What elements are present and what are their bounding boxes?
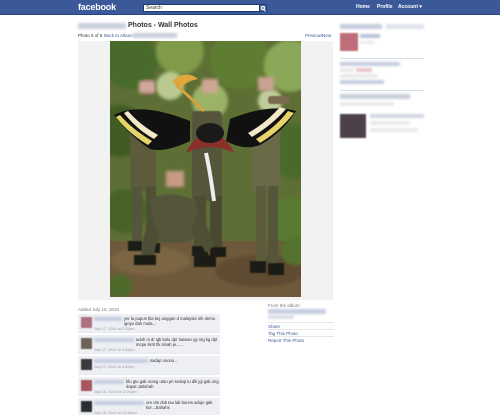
- comment-time[interactable]: July 18, 2010 at 12:24am: [94, 390, 137, 394]
- sidebar-text-blur-2: [360, 41, 374, 44]
- comment-text: ore utn dok tau lak burew aduje gak kor.…: [146, 400, 213, 410]
- comment-item: ore utn dok tau lak burew aduje gak kor.…: [78, 398, 220, 415]
- comment-text: yer la pupus bla bnj anggan d malaysia n…: [124, 316, 216, 326]
- sidebar-ad-text-2: [370, 121, 410, 125]
- sidebar-ad-text-3: [370, 128, 418, 132]
- photo-count: Photo 6 of 6: [78, 33, 103, 38]
- commenter-name-blurred[interactable]: [94, 401, 144, 405]
- main-photo[interactable]: [110, 41, 301, 297]
- sidebar-ad-text: [370, 114, 424, 118]
- report-photo-link[interactable]: Report This Photo: [268, 336, 334, 343]
- commenter-name-blurred[interactable]: [94, 338, 134, 342]
- album-owner-blurred[interactable]: [268, 315, 294, 319]
- sidebar-divider: [340, 58, 424, 59]
- sidebar-ad-line: [340, 102, 394, 106]
- sidebar-divider-2: [340, 90, 424, 91]
- sidebar-line: [340, 62, 400, 66]
- sidebar-line-4: [340, 74, 378, 78]
- comment-text: aduh ni dr tgk kalu dpr haiwan yg org kg…: [136, 337, 218, 347]
- album-link-blurred[interactable]: [268, 309, 326, 314]
- photo-illustration: [110, 41, 301, 297]
- added-date: Added July 16, 2010: [78, 307, 120, 312]
- comment-text: sadap ooooo...: [150, 358, 178, 363]
- comment-avatar[interactable]: [81, 380, 92, 391]
- sidebar-line-2: [340, 68, 354, 72]
- search-icon-handle: [263, 9, 266, 12]
- previous-link[interactable]: Previous: [305, 33, 323, 38]
- search-button[interactable]: [259, 4, 267, 12]
- comment-text: blu gtu gak orang utan pn sedap tu dlk j…: [126, 379, 219, 389]
- nav-home[interactable]: Home: [356, 4, 370, 10]
- search-input[interactable]: Search: [143, 4, 267, 12]
- comment-time[interactable]: July 18, 2010 at 12:46pm: [94, 411, 137, 415]
- commenter-name-blurred[interactable]: [94, 317, 122, 321]
- page-title: Photos - Wall Photos: [128, 22, 198, 29]
- comment-item: yer la pupus bla bnj anggan d malaysia n…: [78, 314, 220, 333]
- share-link[interactable]: Share: [268, 322, 334, 329]
- sidebar-ad-title-blur: [340, 94, 410, 99]
- comment-time[interactable]: July 17, 2010 at 2:20pm: [94, 327, 135, 331]
- nav-profile[interactable]: Profile: [377, 4, 393, 10]
- comments-list: yer la pupus bla bnj anggan d malaysia n…: [78, 314, 220, 415]
- comment-item: aduh ni dr tgk kalu dpr haiwan yg org kg…: [78, 335, 220, 354]
- tag-photo-link[interactable]: Tag This Photo: [268, 329, 334, 336]
- sidebar-line-5: [340, 80, 384, 84]
- owner-name-blurred[interactable]: [78, 23, 126, 29]
- comment-avatar[interactable]: [81, 317, 92, 328]
- comment-avatar[interactable]: [81, 401, 92, 412]
- commenter-name-blurred[interactable]: [94, 380, 124, 384]
- from-album-label: From the album:: [268, 303, 301, 308]
- sidebar-text-blur: [360, 34, 380, 38]
- comment-item: blu gtu gak orang utan pn sedap tu dlk j…: [78, 377, 220, 396]
- sidebar-header-blur: [340, 24, 382, 29]
- sidebar-line-3: [356, 68, 372, 72]
- next-link[interactable]: Next: [322, 33, 331, 38]
- top-bar: facebook Search Home Profile Account ▾: [0, 0, 500, 15]
- facebook-logo[interactable]: facebook: [78, 2, 116, 12]
- nav-account[interactable]: Account ▾: [398, 4, 422, 10]
- sidebar-thumbnail[interactable]: [340, 33, 358, 51]
- album-name-blurred[interactable]: [133, 33, 177, 38]
- comment-avatar[interactable]: [81, 359, 92, 370]
- commenter-name-blurred[interactable]: [94, 359, 148, 363]
- sidebar-header-blur-2: [386, 24, 424, 29]
- comment-item: sadap ooooo... July 17, 2010 at 4:02pm: [78, 356, 220, 375]
- back-to-album-link[interactable]: Back to Album: [104, 33, 133, 38]
- sidebar-ad-image[interactable]: [340, 114, 366, 138]
- comment-time[interactable]: July 17, 2010 at 3:52pm: [94, 348, 135, 352]
- comment-avatar[interactable]: [81, 338, 92, 349]
- comment-time[interactable]: July 17, 2010 at 4:02pm: [94, 365, 135, 369]
